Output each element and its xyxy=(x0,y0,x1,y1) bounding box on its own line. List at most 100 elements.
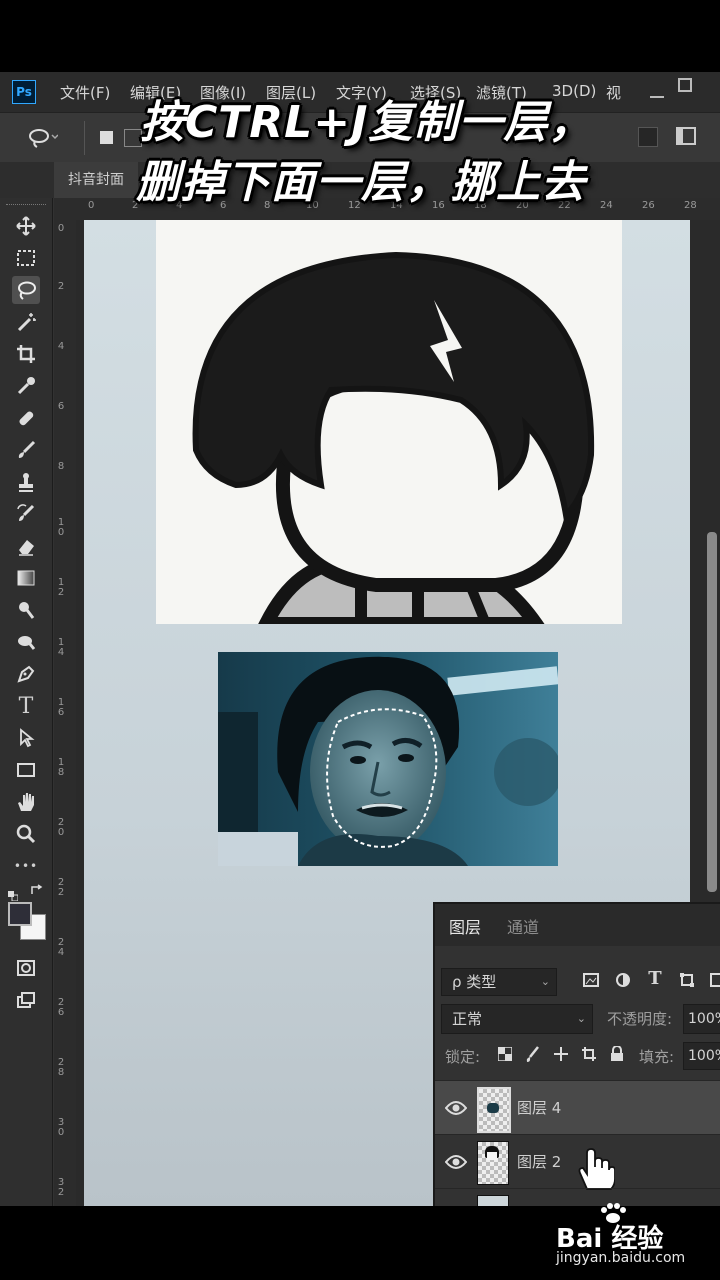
shape-filter-icon[interactable] xyxy=(677,972,697,992)
workspace-icon[interactable] xyxy=(676,127,696,145)
layers-panel-tabs: 图层 通道 xyxy=(435,904,720,946)
pen-tool-icon[interactable] xyxy=(12,660,40,688)
stamp-tool-icon[interactable] xyxy=(12,468,40,496)
ruler-tick: 2 2 xyxy=(57,877,65,898)
eraser-tool-icon[interactable] xyxy=(12,532,40,560)
eyedropper-icon[interactable] xyxy=(12,372,40,400)
ruler-tick: 2 8 xyxy=(57,1057,65,1078)
headline-line-1: 按CTRL+J复制一层， xyxy=(140,97,594,148)
ruler-tick: 1 4 xyxy=(57,637,65,658)
swap-colors-icon[interactable] xyxy=(30,884,44,896)
rectangle-tool-icon[interactable] xyxy=(12,756,40,784)
type-tool-icon[interactable]: T xyxy=(12,692,40,720)
fill-input[interactable]: 100% xyxy=(683,1042,720,1070)
layer-row[interactable]: 图层 2 xyxy=(435,1134,720,1190)
adjustment-filter-icon[interactable] xyxy=(613,972,633,992)
hand-tool-icon[interactable] xyxy=(12,788,40,816)
blend-mode-value: 正常 xyxy=(452,1010,483,1028)
move-tool-icon[interactable] xyxy=(12,212,40,240)
ruler-tick: 0 xyxy=(88,200,95,211)
chevron-down-icon: ⌄ xyxy=(540,975,550,988)
lock-label: 锁定: xyxy=(445,1048,481,1066)
lock-position-icon[interactable] xyxy=(551,1046,571,1066)
options-field[interactable] xyxy=(638,127,658,147)
toolbar-grip xyxy=(6,204,46,208)
path-select-icon[interactable] xyxy=(12,724,40,752)
zoom-tool-icon[interactable] xyxy=(12,820,40,848)
ps-logo: Ps xyxy=(12,80,36,104)
visibility-eye-icon[interactable] xyxy=(445,1098,467,1118)
layers-panel: 图层 通道 ρ 类型 ⌄ T 正常 ⌄ 不透明度: 100% 锁定: xyxy=(433,902,720,1206)
toolbar: T ••• xyxy=(0,198,53,1206)
more-tools-icon[interactable]: ••• xyxy=(12,852,40,880)
history-brush-icon[interactable] xyxy=(12,500,40,528)
screen-mode-icon[interactable] xyxy=(12,986,40,1014)
ruler-tick: 2 6 xyxy=(57,997,65,1018)
layer-row[interactable]: 图层 4 xyxy=(435,1080,720,1135)
lasso-preset-icon[interactable] xyxy=(28,127,59,149)
ruler-tick: 28 xyxy=(684,200,697,211)
headline-line-2: 删掉下面一层，挪上去 xyxy=(136,157,586,208)
ruler-tick: 4 xyxy=(57,341,65,352)
magic-wand-icon[interactable] xyxy=(12,308,40,336)
default-colors-icon[interactable] xyxy=(8,886,19,902)
baidu-jingyan-url: jingyan.baidu.com xyxy=(556,1250,686,1266)
ruler-tick: 1 8 xyxy=(57,757,65,778)
layer-filter-label: ρ 类型 xyxy=(452,973,497,991)
layer-row[interactable]: 背景 xyxy=(435,1188,720,1206)
ruler-tick: 1 0 xyxy=(57,517,65,538)
marquee-tool-icon[interactable] xyxy=(12,244,40,272)
dodge-tool-icon[interactable] xyxy=(12,628,40,656)
ruler-tick: 2 0 xyxy=(57,817,65,838)
lock-pixels-icon[interactable] xyxy=(523,1046,543,1066)
tab-channels[interactable]: 通道 xyxy=(507,914,539,938)
new-selection-icon[interactable] xyxy=(100,131,113,144)
crop-tool-icon[interactable] xyxy=(12,340,40,368)
ruler-tick: 26 xyxy=(642,200,655,211)
blend-mode-select[interactable]: 正常 ⌄ xyxy=(441,1004,593,1034)
fill-label: 填充: xyxy=(639,1048,675,1066)
ruler-tick: 1 6 xyxy=(57,697,65,718)
layer-thumbnail xyxy=(477,1195,509,1206)
ruler-tick: 2 4 xyxy=(57,937,65,958)
layer-filter-select[interactable]: ρ 类型 ⌄ xyxy=(441,968,557,996)
lock-artboard-icon[interactable] xyxy=(579,1046,599,1066)
tab-layers[interactable]: 图层 xyxy=(449,914,481,938)
ruler-tick: 8 xyxy=(57,461,65,472)
visibility-eye-icon[interactable] xyxy=(445,1152,467,1172)
lock-all-icon[interactable] xyxy=(607,1045,627,1066)
healing-brush-icon[interactable] xyxy=(12,404,40,432)
menu-file[interactable]: 文件(F) xyxy=(60,82,110,103)
image-filter-icon[interactable] xyxy=(581,972,601,992)
minimize-icon[interactable] xyxy=(650,96,664,98)
photoshop-window: Ps 文件(F) 编辑(E) 图像(I) 图层(L) 文字(Y) 选择(S) 滤… xyxy=(0,72,720,1206)
menu-view[interactable]: 视 xyxy=(606,82,621,103)
brush-tool-icon[interactable] xyxy=(12,436,40,464)
type-filter-icon[interactable]: T xyxy=(645,968,665,989)
divider xyxy=(84,121,85,155)
layer-thumbnail xyxy=(477,1087,511,1133)
quick-mask-icon[interactable] xyxy=(12,954,40,982)
face-photo-image xyxy=(218,652,558,866)
ruler-tick: 3 2 xyxy=(57,1177,65,1198)
ruler-tick: 0 xyxy=(57,223,65,234)
layer-name: 图层 4 xyxy=(517,1099,562,1117)
lasso-tool-icon[interactable] xyxy=(12,276,40,304)
maximize-icon[interactable] xyxy=(678,78,692,92)
smudge-tool-icon[interactable] xyxy=(12,596,40,624)
opacity-input[interactable]: 100% xyxy=(683,1004,720,1034)
chevron-down-icon: ⌄ xyxy=(576,1012,586,1025)
document-tab[interactable]: 抖音封面 xyxy=(54,162,138,198)
opacity-label: 不透明度: xyxy=(607,1010,673,1028)
lock-transparent-icon[interactable] xyxy=(495,1046,515,1065)
ruler-left: 0 2 4 6 8 1 0 1 2 1 4 1 6 1 8 2 0 2 2 2 … xyxy=(54,220,77,1206)
smart-object-filter-icon[interactable] xyxy=(707,972,720,992)
ruler-tick: 3 0 xyxy=(57,1117,65,1138)
scrollbar-thumb[interactable] xyxy=(707,532,717,892)
cartoon-meme-image xyxy=(156,220,622,624)
hand-cursor-icon xyxy=(578,1148,615,1190)
gradient-tool-icon[interactable] xyxy=(12,564,40,592)
ruler-tick: 24 xyxy=(600,200,613,211)
ruler-tick: 1 2 xyxy=(57,577,65,598)
foreground-color-swatch[interactable] xyxy=(8,902,32,926)
